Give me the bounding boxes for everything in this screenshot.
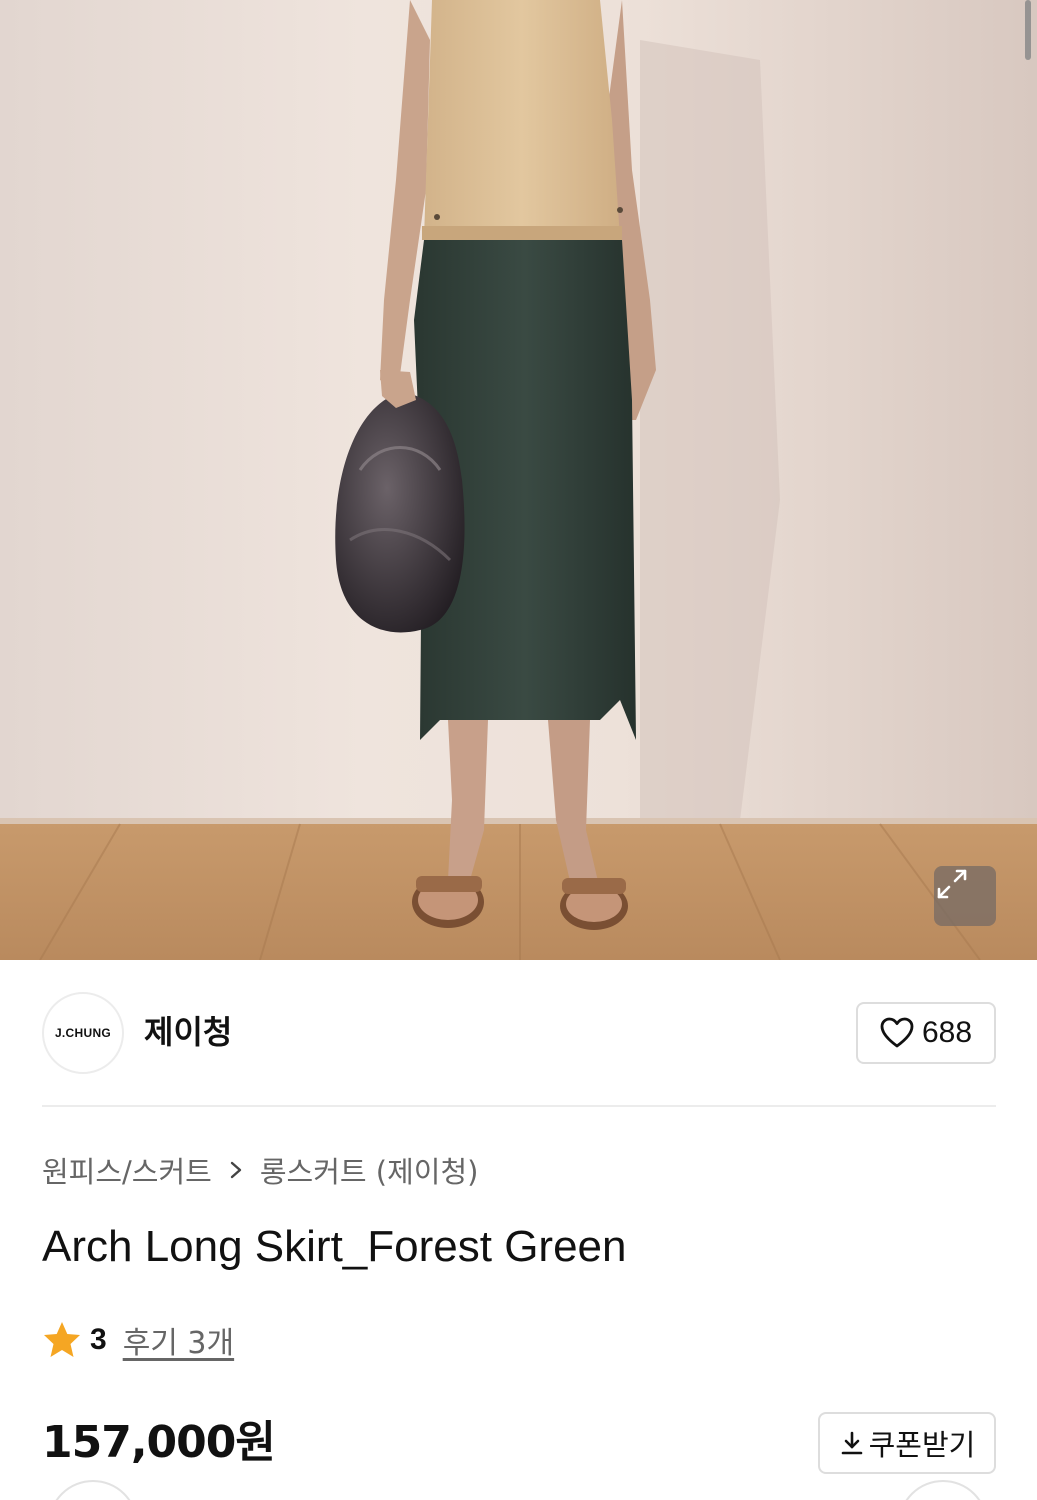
breadcrumb-item-category[interactable]: 원피스/스커트 [42,1149,212,1191]
expand-icon [937,869,967,899]
rating-score: 3 [90,1323,107,1356]
product-price: 157,000원 [42,1417,276,1468]
like-button[interactable]: 688 [856,1002,996,1064]
like-count: 688 [921,1016,973,1049]
heart-icon [880,1017,914,1048]
review-count-link[interactable]: 후기 3개 [123,1318,234,1362]
product-title: Arch Long Skirt_Forest Green [42,1222,627,1271]
chevron-right-icon [230,1161,242,1179]
option-circle-right[interactable] [898,1480,988,1500]
coupon-button-label: 쿠폰받기 [868,1428,976,1462]
product-image[interactable] [0,0,1037,960]
divider [42,1105,996,1107]
product-detail-page: J.CHUNG 제이청 688 원피스/스커트 롱스커트 (제이청) Arch … [0,0,1037,1500]
star-icon [44,1322,80,1357]
coupon-button[interactable]: 쿠폰받기 [818,1412,996,1474]
expand-image-button[interactable] [934,866,996,926]
breadcrumb-item-subcategory[interactable]: 롱스커트 (제이청) [260,1149,479,1191]
download-icon [841,1431,862,1455]
brand-logo[interactable]: J.CHUNG [42,992,124,1074]
brand-row: J.CHUNG 제이청 688 [42,992,996,1074]
rating: 3 후기 3개 [42,1318,234,1362]
product-photo [0,0,1037,960]
brand-logo-text: J.CHUNG [54,1026,112,1040]
brand-name[interactable]: 제이청 [144,1012,232,1052]
scrollbar[interactable] [1025,0,1031,60]
option-circle-left[interactable] [48,1480,138,1500]
breadcrumb: 원피스/스커트 롱스커트 (제이청) [42,1150,478,1190]
